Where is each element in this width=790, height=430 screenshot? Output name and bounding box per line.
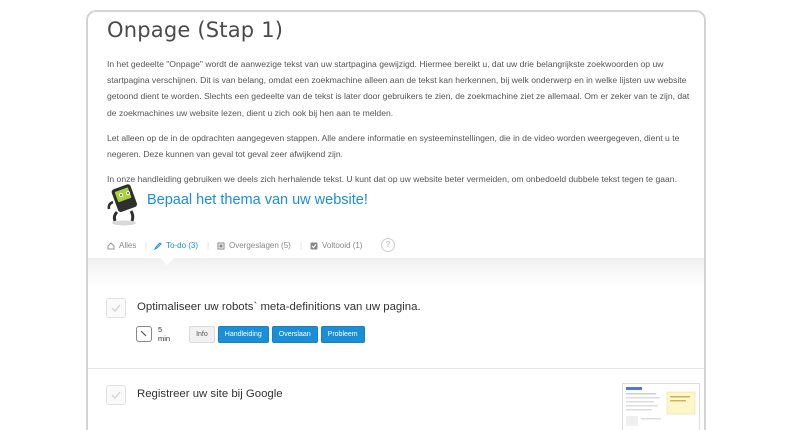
task-checkbox[interactable]	[106, 385, 126, 405]
filter-done[interactable]: Voltooid (1)	[310, 241, 362, 250]
check-icon	[111, 304, 121, 313]
skip-icon	[217, 242, 225, 249]
check-icon	[310, 242, 318, 249]
skip-button[interactable]: Overslaan	[271, 325, 318, 343]
check-icon	[111, 391, 121, 400]
intro-paragraph: Let alleen op de in de opdrachten aangeg…	[107, 132, 680, 160]
filter-separator: |	[145, 241, 148, 250]
filter-all[interactable]: Alles	[107, 241, 136, 250]
manual-button[interactable]: Handleiding	[217, 325, 269, 343]
info-button[interactable]: Info	[189, 325, 215, 343]
google-screenshot-image	[623, 384, 699, 430]
clock-icon	[136, 326, 152, 342]
filter-todo-label: To-do (3)	[166, 241, 199, 250]
filter-skipped-label: Overgeslagen (5)	[229, 241, 291, 250]
task-title[interactable]: Registreer uw site bij Google	[137, 388, 283, 400]
task-title[interactable]: Optimaliseer uw robots` meta-definitions…	[137, 301, 421, 313]
step-panel: Onpage (Stap 1) In het gedeelte "Onpage"…	[86, 10, 706, 430]
home-icon	[107, 241, 115, 249]
task-duration: 5 min	[158, 325, 171, 343]
pencil-icon	[154, 241, 162, 250]
task-meta: 5 min Info Handleiding Overslaan Problee…	[136, 325, 368, 353]
filter-skipped[interactable]: Overgeslagen (5)	[217, 241, 291, 250]
filter-all-label: Alles	[119, 241, 137, 250]
active-tab-pointer	[160, 258, 174, 265]
task-divider	[88, 368, 704, 369]
filter-todo[interactable]: To-do (3)	[154, 241, 198, 250]
task-checkbox[interactable]	[106, 298, 126, 318]
intro-paragraph: In het gedeelte "Onpage" wordt de aanwez…	[107, 59, 690, 118]
report-problem-button[interactable]: Probleem melden	[320, 325, 365, 353]
list-header-shadow	[88, 258, 704, 286]
filter-separator: |	[207, 241, 210, 250]
filter-separator: |	[300, 241, 303, 250]
help-icon[interactable]: ?	[381, 238, 395, 252]
theme-link-label[interactable]: Bepaal het thema van uw website!	[147, 192, 368, 208]
intro-text: In het gedeelte "Onpage" wordt de aanwez…	[107, 56, 692, 196]
filter-done-label: Voltooid (1)	[322, 241, 363, 250]
page-title: Onpage (Stap 1)	[107, 18, 284, 42]
mascot-icon	[107, 184, 137, 226]
theme-link[interactable]: Bepaal het thema van uw website!	[105, 180, 405, 228]
task-thumbnail[interactable]	[622, 383, 700, 430]
